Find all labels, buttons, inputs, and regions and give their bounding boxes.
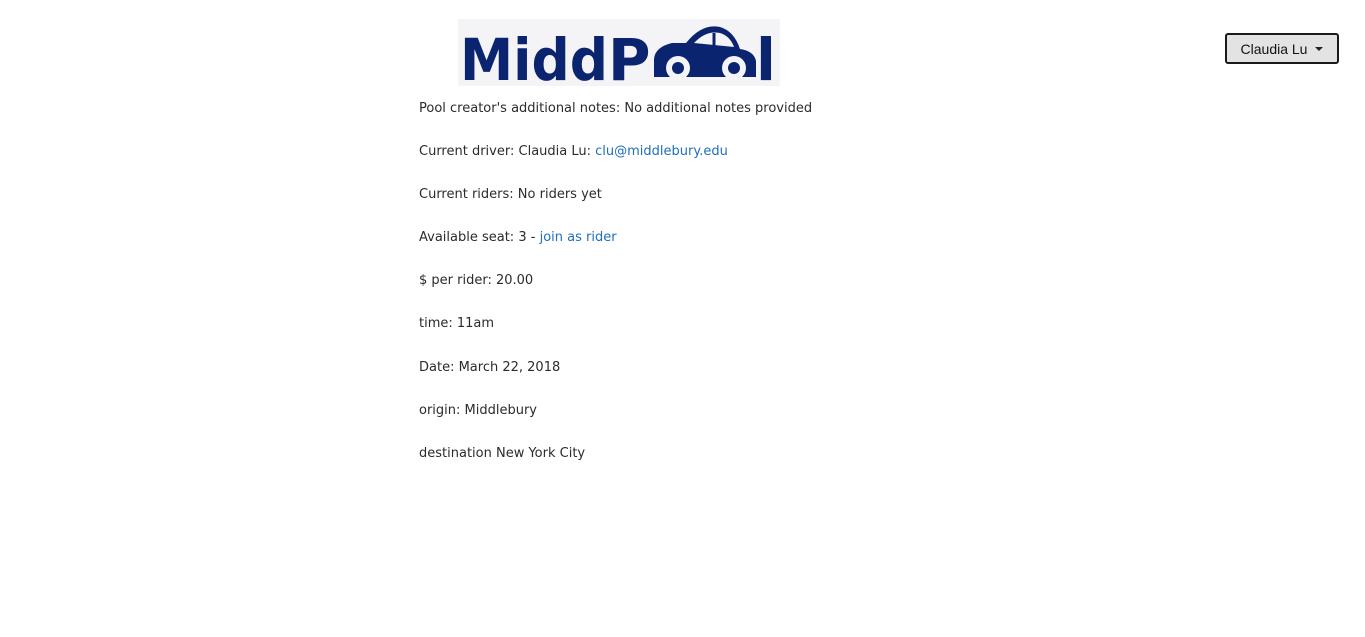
middpool-logo-graphic: Midd P l xyxy=(458,19,780,86)
origin-label: origin: xyxy=(419,402,465,418)
notes-row: Pool creator's additional notes: No addi… xyxy=(419,100,812,143)
logo-text-p: P xyxy=(608,26,651,86)
logo-text-midd: Midd xyxy=(460,26,608,86)
price-value: 20.00 xyxy=(495,273,534,289)
seats-value: 3 xyxy=(518,230,527,246)
pool-details: Pool creator's additional notes: No addi… xyxy=(419,100,812,488)
notes-label: Pool creator's additional notes: xyxy=(419,101,625,116)
origin-value: Middlebury xyxy=(464,402,538,418)
seats-separator: - xyxy=(526,230,540,246)
price-label: $ per rider: xyxy=(419,273,496,289)
date-label: Date: xyxy=(419,359,459,375)
riders-label: Current riders: xyxy=(419,187,518,203)
notes-value: No additional notes provided xyxy=(624,101,813,116)
driver-email-link[interactable]: clu@middlebury.edu xyxy=(595,144,728,159)
driver-label: Current driver: xyxy=(419,144,519,160)
price-row: $ per rider: 20.00 xyxy=(419,272,812,315)
date-row: Date: March 22, 2018 xyxy=(419,359,812,402)
caret-down-icon xyxy=(1315,47,1324,51)
destination-value: New York City xyxy=(495,445,586,461)
driver-name: Claudia Lu: xyxy=(518,144,596,160)
user-menu-label: Claudia Lu xyxy=(1240,40,1308,57)
destination-label: destination xyxy=(419,445,496,461)
time-row: time: 11am xyxy=(419,315,812,358)
user-menu-dropdown[interactable]: Claudia Lu xyxy=(1225,33,1339,64)
riders-value: No riders yet xyxy=(517,187,602,203)
join-as-rider-link[interactable]: join as rider xyxy=(540,230,617,245)
middpool-logo: Midd P l xyxy=(458,19,780,86)
time-value: 11am xyxy=(456,316,495,332)
destination-row: destination New York City xyxy=(419,445,812,488)
seats-row: Available seat: 3 - join as rider xyxy=(419,229,812,272)
logo-text-l: l xyxy=(756,26,776,86)
riders-row: Current riders: No riders yet xyxy=(419,186,812,229)
time-label: time: xyxy=(419,316,457,332)
seats-label: Available seat: xyxy=(419,230,519,246)
origin-row: origin: Middlebury xyxy=(419,402,812,445)
pool-detail-page: Midd P l Claudia Lu Pool creator's addit… xyxy=(0,0,1365,637)
date-value: March 22, 2018 xyxy=(458,359,561,375)
driver-row: Current driver: Claudia Lu: clu@middlebu… xyxy=(419,143,812,186)
